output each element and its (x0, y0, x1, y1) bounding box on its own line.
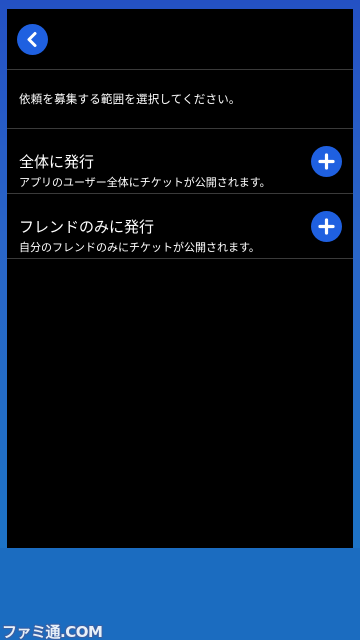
option-publish-all[interactable]: 全体に発行 アプリのユーザー全体にチケットが公開されます。 (7, 129, 353, 194)
instruction-text: 依頼を募集する範囲を選択してください。 (19, 92, 241, 106)
back-button[interactable] (17, 24, 48, 55)
header-bar (7, 9, 353, 70)
option-description: 自分のフレンドのみにチケットが公開されます。 (19, 241, 260, 254)
app-screen: 依頼を募集する範囲を選択してください。 全体に発行 アプリのユーザー全体にチケッ… (7, 9, 353, 548)
option-description: アプリのユーザー全体にチケットが公開されます。 (19, 176, 271, 189)
option-title: 全体に発行 (19, 153, 95, 171)
option-title: フレンドのみに発行 (19, 218, 155, 236)
option-publish-friends[interactable]: フレンドのみに発行 自分のフレンドのみにチケットが公開されます。 (7, 194, 353, 259)
watermark-logo: ファミ通.COM (2, 623, 103, 640)
publish-all-button[interactable] (311, 146, 342, 177)
plus-icon (318, 153, 335, 170)
chevron-left-icon (27, 32, 37, 47)
publish-friends-button[interactable] (311, 211, 342, 242)
plus-icon (318, 218, 335, 235)
